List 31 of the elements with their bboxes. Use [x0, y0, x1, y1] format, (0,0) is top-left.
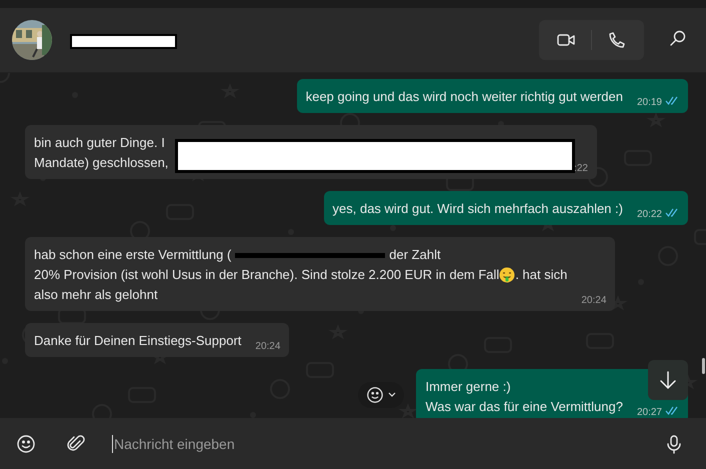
message-text: Immer gerne :)	[425, 378, 511, 396]
message-text: yes, das wird gut. Wird sich mehrfach auszahlen :)	[332, 200, 623, 218]
smiley-icon	[366, 386, 384, 404]
message-text: keep going und das wird noch weiter richtig gut werden	[306, 88, 623, 106]
message-time: :22	[574, 163, 588, 175]
message-text: hab schon eine erste Vermittlung (	[34, 246, 232, 264]
message-text: Mandate) geschlossen,	[34, 154, 168, 172]
message-text: also mehr als gelohnt	[34, 286, 158, 304]
emoji-icon	[499, 267, 516, 283]
message-time: 20:27	[636, 406, 662, 418]
double-check-icon	[665, 96, 679, 105]
scroll-down-button[interactable]	[648, 360, 688, 400]
smiley-icon[interactable]	[16, 434, 36, 454]
chevron-down-icon	[388, 392, 396, 398]
message-text: bin auch guter Dinge. I	[34, 134, 165, 152]
message-time: 20:24	[581, 295, 606, 307]
arrow-down-icon	[659, 370, 677, 390]
message-text: Danke für Deinen Einstiegs-Support	[34, 332, 242, 350]
message-text: der Zahlt	[389, 246, 441, 264]
message-text: . hat sich	[515, 266, 568, 284]
message-text: Was war das für eine Vermittlung?	[425, 398, 623, 416]
double-check-icon	[665, 406, 679, 415]
message-text: 20% Provision (ist wohl Usus in der Branche). Sind stolze 2.200 EUR in dem Fall	[34, 266, 500, 284]
double-check-icon	[665, 208, 679, 217]
reaction-button[interactable]	[358, 382, 404, 408]
phone-icon[interactable]	[607, 30, 627, 50]
scrollbar[interactable]	[702, 358, 705, 374]
paperclip-icon[interactable]	[66, 434, 86, 454]
message-time: 20:19	[636, 96, 662, 108]
message-time: 20:22	[636, 208, 662, 220]
message-time: 20:24	[255, 341, 280, 353]
